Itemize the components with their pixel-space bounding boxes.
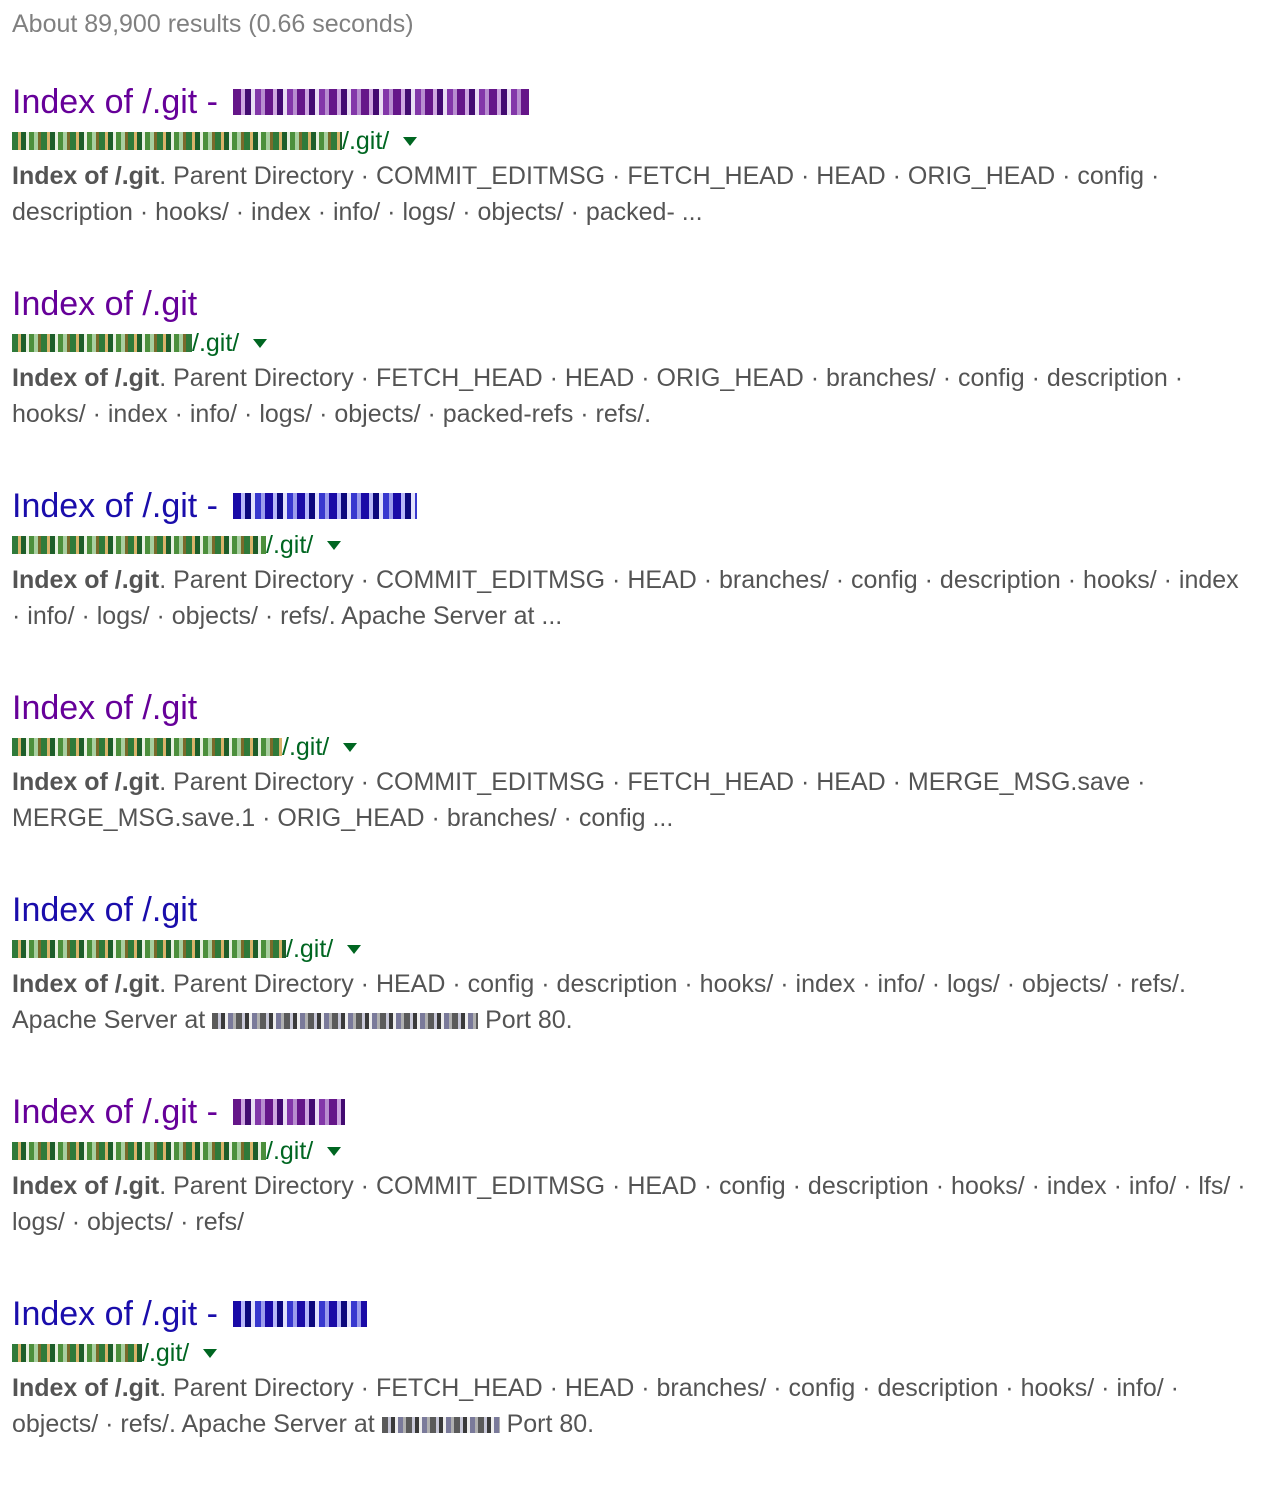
snippet-bold-term: Index of /.git (12, 364, 160, 392)
redacted-site-name (233, 89, 530, 115)
snippet-bold-term: Index of /.git (12, 1374, 160, 1402)
result-title-text: Index of /.git - (12, 487, 228, 525)
result-snippet: Index of /.git. Parent Directory · COMMI… (12, 158, 1252, 230)
redacted-domain (12, 334, 192, 352)
search-result: Index of /.git /.git/ Index of /.git. Pa… (12, 686, 1252, 888)
redacted-site-name (233, 493, 418, 519)
snippet-bold-term: Index of /.git (12, 1172, 160, 1200)
snippet-text: . Parent Directory · COMMIT_EDITMSG · HE… (12, 1172, 1246, 1236)
result-title-text: Index of /.git - (12, 1295, 228, 1333)
result-url-row: /.git/ (12, 730, 1252, 764)
result-title-link[interactable]: Index of /.git - (12, 484, 1252, 528)
snippet-text: . Parent Directory · HEAD · config · des… (12, 970, 1186, 1034)
result-url-row: /.git/ (12, 124, 1252, 158)
result-title-text: Index of /.git (12, 891, 198, 929)
snippet-text: . Parent Directory · COMMIT_EDITMSG · HE… (12, 566, 1239, 630)
result-url-row: /.git/ (12, 1134, 1252, 1168)
result-snippet: Index of /.git. Parent Directory · COMMI… (12, 1168, 1252, 1240)
snippet-text: . Parent Directory · FETCH_HEAD · HEAD ·… (12, 1374, 1179, 1438)
redacted-server-name (381, 1417, 500, 1434)
result-url-path: /.git/ (266, 1137, 314, 1165)
dropdown-arrow-icon[interactable] (327, 1146, 342, 1156)
result-url-path: /.git/ (192, 329, 240, 357)
result-title-text: Index of /.git - (12, 1093, 228, 1131)
snippet-text: . Parent Directory · FETCH_HEAD · HEAD ·… (12, 364, 1184, 428)
result-title-text: Index of /.git (12, 689, 198, 727)
result-snippet: Index of /.git. Parent Directory · FETCH… (12, 1370, 1252, 1442)
dropdown-arrow-icon[interactable] (327, 540, 342, 550)
result-title-link[interactable]: Index of /.git - (12, 1292, 1252, 1336)
snippet-text: . Parent Directory · COMMIT_EDITMSG · FE… (12, 162, 1160, 226)
dropdown-arrow-icon[interactable] (343, 742, 358, 752)
dropdown-arrow-icon[interactable] (253, 338, 268, 348)
redacted-domain (12, 536, 266, 554)
redacted-domain (12, 132, 342, 150)
search-results-list: Index of /.git - /.git/ Index of /.git. … (12, 80, 1252, 1494)
search-result: Index of /.git /.git/ Index of /.git. Pa… (12, 282, 1252, 484)
snippet-bold-term: Index of /.git (12, 162, 160, 190)
result-url-row: /.git/ (12, 932, 1252, 966)
result-title-text: Index of /.git (12, 285, 198, 323)
result-url-path: /.git/ (342, 127, 390, 155)
result-snippet: Index of /.git. Parent Directory · HEAD … (12, 966, 1252, 1038)
result-url-row: /.git/ (12, 1336, 1252, 1370)
result-url-path: /.git/ (266, 531, 314, 559)
snippet-tail: Port 80. (499, 1410, 595, 1438)
search-result: Index of /.git - /.git/ Index of /.git. … (12, 1090, 1252, 1292)
result-url-path: /.git/ (286, 935, 334, 963)
snippet-text: . Parent Directory · COMMIT_EDITMSG · FE… (12, 768, 1146, 832)
result-title-link[interactable]: Index of /.git (12, 282, 1252, 326)
redacted-site-name (233, 1301, 368, 1327)
snippet-bold-term: Index of /.git (12, 566, 160, 594)
result-stats: About 89,900 results (0.66 seconds) (12, 10, 414, 38)
search-result: Index of /.git /.git/ Index of /.git. Pa… (12, 888, 1252, 1090)
result-url-path: /.git/ (282, 733, 330, 761)
redacted-server-name (212, 1013, 479, 1030)
dropdown-arrow-icon[interactable] (203, 1348, 218, 1358)
search-result: Index of /.git - /.git/ Index of /.git. … (12, 1292, 1252, 1494)
dropdown-arrow-icon[interactable] (403, 136, 418, 146)
result-snippet: Index of /.git. Parent Directory · COMMI… (12, 764, 1252, 836)
result-url-row: /.git/ (12, 326, 1252, 360)
result-title-text: Index of /.git - (12, 83, 228, 121)
result-url-row: /.git/ (12, 528, 1252, 562)
result-title-link[interactable]: Index of /.git - (12, 80, 1252, 124)
result-title-link[interactable]: Index of /.git - (12, 1090, 1252, 1134)
search-result: Index of /.git - /.git/ Index of /.git. … (12, 484, 1252, 686)
redacted-domain (12, 940, 286, 958)
result-title-link[interactable]: Index of /.git (12, 888, 1252, 932)
dropdown-arrow-icon[interactable] (347, 944, 362, 954)
snippet-tail: Port 80. (478, 1006, 573, 1034)
snippet-bold-term: Index of /.git (12, 970, 160, 998)
redacted-domain (12, 1344, 142, 1362)
snippet-bold-term: Index of /.git (12, 768, 160, 796)
result-title-link[interactable]: Index of /.git (12, 686, 1252, 730)
result-snippet: Index of /.git. Parent Directory · FETCH… (12, 360, 1252, 432)
result-url-path: /.git/ (142, 1339, 190, 1367)
redacted-domain (12, 738, 282, 756)
search-result: Index of /.git - /.git/ Index of /.git. … (12, 80, 1252, 282)
redacted-domain (12, 1142, 266, 1160)
redacted-site-name (233, 1099, 346, 1125)
result-snippet: Index of /.git. Parent Directory · COMMI… (12, 562, 1252, 634)
